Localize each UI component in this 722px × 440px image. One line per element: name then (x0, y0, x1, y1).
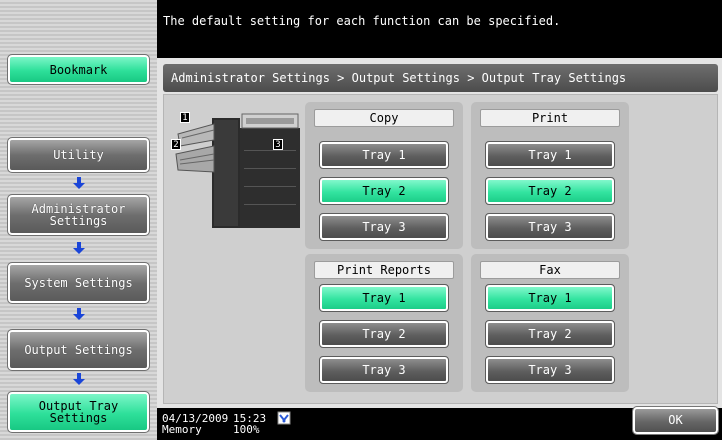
print-reports-tray-1-button[interactable]: Tray 1 (319, 284, 449, 312)
breadcrumb: Administrator Settings > Output Settings… (163, 64, 718, 92)
fax-title: Fax (480, 261, 620, 279)
print-reports-tray-2-button[interactable]: Tray 2 (319, 320, 449, 348)
tray-marker-2: 2 (171, 139, 181, 150)
fax-tray-group: Fax Tray 1 Tray 2 Tray 3 (471, 254, 629, 392)
sidebar: Bookmark Utility Administrator Settings … (0, 0, 157, 440)
print-reports-tray-group: Print Reports Tray 1 Tray 2 Tray 3 (305, 254, 463, 392)
print-tray-3-button[interactable]: Tray 3 (485, 213, 615, 241)
arrow-down-icon (72, 307, 86, 321)
arrow-down-icon (72, 176, 86, 190)
copy-title: Copy (314, 109, 454, 127)
sidebar-item-administrator-settings[interactable]: Administrator Settings (7, 194, 150, 236)
print-title: Print (480, 109, 620, 127)
bookmark-button[interactable]: Bookmark (7, 54, 150, 85)
sidebar-item-utility[interactable]: Utility (7, 137, 150, 173)
sidebar-item-system-settings[interactable]: System Settings (7, 262, 150, 304)
sidebar-item-output-settings[interactable]: Output Settings (7, 329, 150, 371)
print-reports-title: Print Reports (314, 261, 454, 279)
print-reports-tray-3-button[interactable]: Tray 3 (319, 356, 449, 384)
arrow-down-icon (72, 372, 86, 386)
status-time: 15:23 100% (233, 413, 266, 435)
fax-tray-2-button[interactable]: Tray 2 (485, 320, 615, 348)
memory-label: Memory (162, 423, 202, 436)
fax-tray-1-button[interactable]: Tray 1 (485, 284, 615, 312)
memory-value: 100% (233, 423, 260, 436)
copy-tray-3-button[interactable]: Tray 3 (319, 213, 449, 241)
tray-marker-3: 3 (273, 139, 283, 150)
copy-tray-group: Copy Tray 1 Tray 2 Tray 3 (305, 102, 463, 249)
sidebar-item-output-tray-settings[interactable]: Output Tray Settings (7, 391, 150, 433)
fax-tray-3-button[interactable]: Tray 3 (485, 356, 615, 384)
arrow-down-icon (72, 241, 86, 255)
machine-illustration: 1 2 3 (170, 110, 300, 235)
print-tray-1-button[interactable]: Tray 1 (485, 141, 615, 169)
copy-tray-2-button[interactable]: Tray 2 (319, 177, 449, 205)
network-icon (277, 410, 291, 425)
status-date: 04/13/2009 Memory (162, 413, 228, 435)
ok-button[interactable]: OK (632, 406, 719, 435)
print-tray-group: Print Tray 1 Tray 2 Tray 3 (471, 102, 629, 249)
copy-tray-1-button[interactable]: Tray 1 (319, 141, 449, 169)
header-message: The default setting for each function ca… (163, 14, 561, 28)
tray-marker-1: 1 (180, 112, 190, 123)
print-tray-2-button[interactable]: Tray 2 (485, 177, 615, 205)
